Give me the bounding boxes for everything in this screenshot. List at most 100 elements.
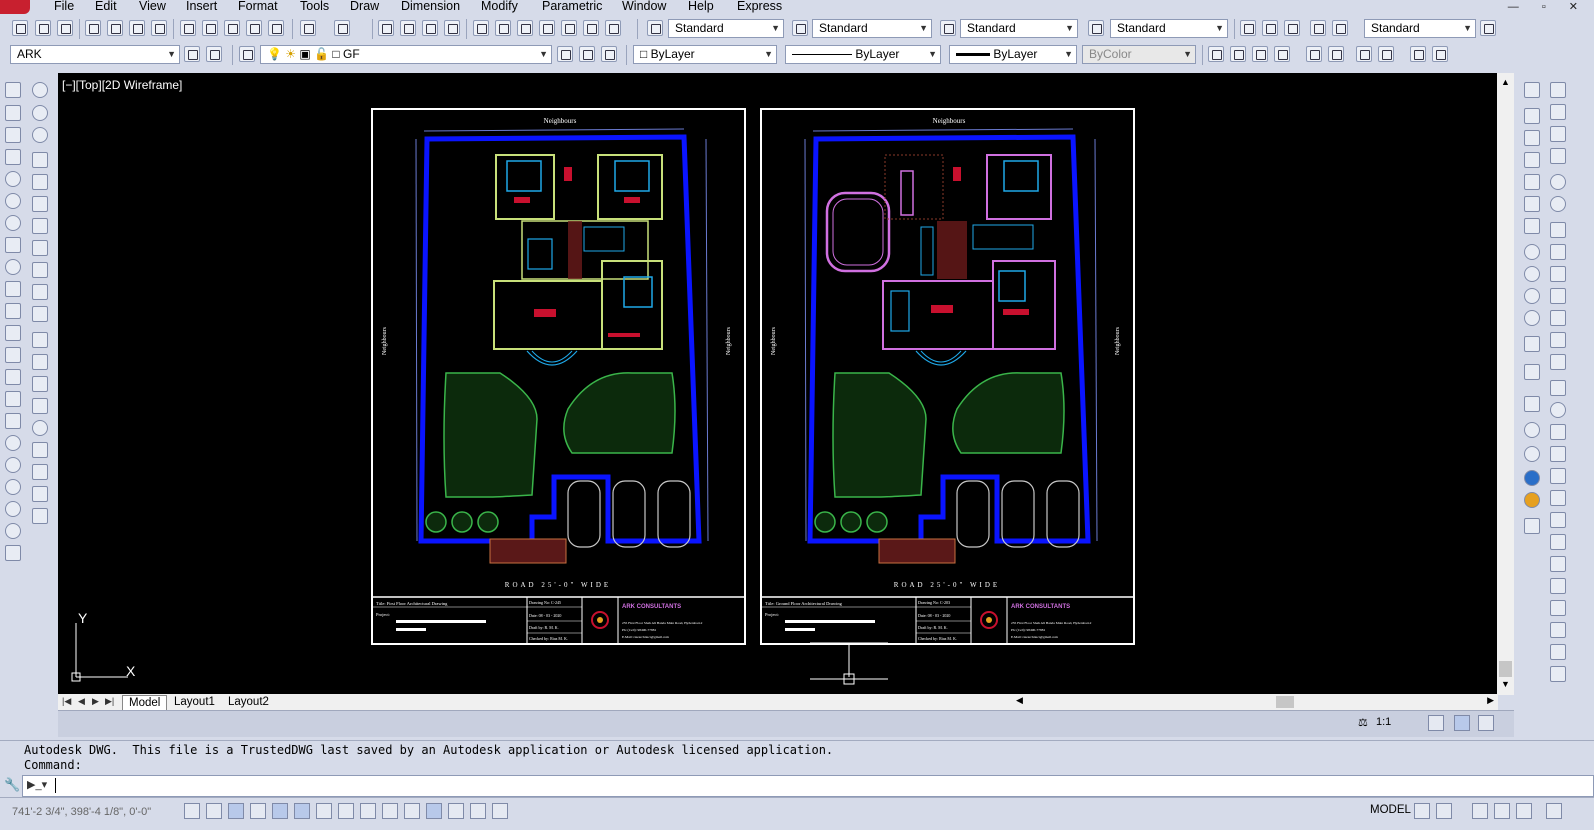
menu-parametric[interactable]: Parametric xyxy=(542,0,602,13)
osnap-icon[interactable] xyxy=(1550,534,1566,550)
arc-icon[interactable] xyxy=(5,171,21,187)
ucs-object-icon[interactable] xyxy=(1550,174,1566,190)
scroll-up-icon[interactable]: ▲ xyxy=(1501,77,1510,87)
lineweight-toggle-icon[interactable] xyxy=(404,803,420,819)
offset-icon[interactable] xyxy=(32,152,48,168)
send-back-icon[interactable] xyxy=(1230,46,1246,62)
check-icon[interactable] xyxy=(1550,424,1566,440)
conceptual-icon[interactable] xyxy=(1524,492,1540,508)
camera-icon[interactable] xyxy=(1524,336,1540,352)
line-icon[interactable] xyxy=(5,82,21,98)
group-edit-icon[interactable] xyxy=(1356,46,1372,62)
ducs-icon[interactable] xyxy=(360,803,376,819)
help-icon[interactable] xyxy=(605,20,621,36)
multileader-icon[interactable] xyxy=(1240,20,1256,36)
multileader-style-icon[interactable] xyxy=(1480,20,1496,36)
annotation-scale-icon[interactable]: ⚖ xyxy=(1358,716,1368,729)
ucs-z-icon[interactable] xyxy=(1550,332,1566,348)
mleader-style-icon[interactable] xyxy=(1088,20,1104,36)
quick-props-icon[interactable] xyxy=(1550,644,1566,660)
add-leader-icon[interactable] xyxy=(1262,20,1278,36)
zoom-window-icon[interactable] xyxy=(422,20,438,36)
ne-iso-icon[interactable] xyxy=(1524,288,1540,304)
color-combo[interactable]: □ ByLayer ▼ xyxy=(633,45,777,64)
window-controls[interactable]: — ▫ ✕ xyxy=(1508,0,1588,13)
menu-modify[interactable]: Modify xyxy=(481,0,518,13)
scale-icon[interactable] xyxy=(32,240,48,256)
make-block-icon[interactable] xyxy=(5,413,21,429)
ucs-icon[interactable] xyxy=(1550,82,1566,98)
array-icon[interactable] xyxy=(32,174,48,190)
rotate-icon[interactable] xyxy=(32,218,48,234)
mtext-icon[interactable] xyxy=(5,369,21,385)
hatch-icon[interactable] xyxy=(5,281,21,297)
pedit-icon[interactable] xyxy=(32,486,48,502)
copy-icon[interactable] xyxy=(202,20,218,36)
dynamic-input-icon[interactable] xyxy=(1550,622,1566,638)
menu-express[interactable]: Express xyxy=(737,0,782,13)
selection-cycle-icon[interactable] xyxy=(470,803,486,819)
infer-constraints-icon[interactable] xyxy=(184,803,200,819)
edit-attribute-icon[interactable] xyxy=(32,508,48,524)
workspace-switch-icon[interactable] xyxy=(1454,715,1470,731)
box-icon[interactable] xyxy=(5,545,21,561)
menu-window[interactable]: Window xyxy=(622,0,666,13)
annotation-monitor-icon[interactable] xyxy=(492,803,508,819)
ortho-icon[interactable] xyxy=(1550,490,1566,506)
ellipse-icon[interactable] xyxy=(5,259,21,275)
polar-tracking-icon[interactable] xyxy=(272,803,288,819)
sphere-icon[interactable] xyxy=(5,523,21,539)
ortho-mode-icon[interactable] xyxy=(250,803,266,819)
object-snap-icon[interactable] xyxy=(294,803,310,819)
vertical-scrollbar[interactable]: ▲ ▼ xyxy=(1497,73,1514,695)
visual-style-icon[interactable] xyxy=(1524,396,1540,412)
wireframe-icon[interactable] xyxy=(1524,422,1540,438)
isolate-objects-icon[interactable] xyxy=(1516,803,1532,819)
find-text-icon[interactable] xyxy=(1432,46,1448,62)
ucs-y-icon[interactable] xyxy=(1550,310,1566,326)
new-icon[interactable] xyxy=(12,20,28,36)
linetype-combo[interactable]: ByLayer ▼ xyxy=(785,45,941,64)
clean-screen-icon[interactable] xyxy=(1546,803,1562,819)
workspace-combo[interactable]: ARK ▼ xyxy=(10,45,180,64)
solid-icon[interactable] xyxy=(5,501,21,517)
ucs-previous-icon[interactable] xyxy=(1550,126,1566,142)
copy-object-icon[interactable] xyxy=(32,105,48,121)
bring-above-icon[interactable] xyxy=(1252,46,1268,62)
orbit-icon[interactable] xyxy=(5,457,21,473)
workspace-settings-icon[interactable] xyxy=(184,46,200,62)
tab-layout1[interactable]: Layout1 xyxy=(168,695,221,709)
chamfer-icon[interactable] xyxy=(32,376,48,392)
3d-osnap-icon[interactable] xyxy=(316,803,332,819)
region-icon[interactable] xyxy=(5,325,21,341)
application-menu-icon[interactable] xyxy=(0,0,30,14)
fillet-icon[interactable] xyxy=(32,398,48,414)
quick-view-layouts-icon[interactable] xyxy=(1414,803,1430,819)
mleader-style-combo[interactable]: Standard ▼ xyxy=(1110,19,1228,38)
move-icon[interactable] xyxy=(32,196,48,212)
quick-view-drawings-icon[interactable] xyxy=(1436,803,1452,819)
scroll-thumb[interactable] xyxy=(1499,661,1512,677)
scroll-left-icon[interactable]: ◀ xyxy=(1016,695,1023,706)
sw-iso-icon[interactable] xyxy=(1524,244,1540,260)
insert-block-icon[interactable] xyxy=(5,391,21,407)
shade-icon[interactable] xyxy=(5,479,21,495)
toolpalettes-icon[interactable] xyxy=(517,20,533,36)
publish-icon[interactable] xyxy=(129,20,145,36)
break-icon[interactable] xyxy=(32,332,48,348)
transparency-toggle-icon[interactable] xyxy=(426,803,442,819)
ucs-view-icon[interactable] xyxy=(1550,196,1566,212)
menu-file[interactable]: File xyxy=(54,0,74,13)
polar-icon[interactable] xyxy=(1550,512,1566,528)
gradient-icon[interactable] xyxy=(5,303,21,319)
menu-edit[interactable]: Edit xyxy=(95,0,117,13)
hidden-icon[interactable] xyxy=(1524,446,1540,462)
open-icon[interactable] xyxy=(35,20,51,36)
polygon-icon[interactable] xyxy=(5,127,21,143)
zoom-realtime-icon[interactable] xyxy=(400,20,416,36)
table-icon[interactable] xyxy=(5,347,21,363)
scroll-right-icon[interactable]: ▶ xyxy=(1487,695,1494,706)
quickcalc-icon[interactable] xyxy=(583,20,599,36)
lineweight-combo[interactable]: ByLayer ▼ xyxy=(949,45,1077,64)
back-view-icon[interactable] xyxy=(1524,218,1540,234)
